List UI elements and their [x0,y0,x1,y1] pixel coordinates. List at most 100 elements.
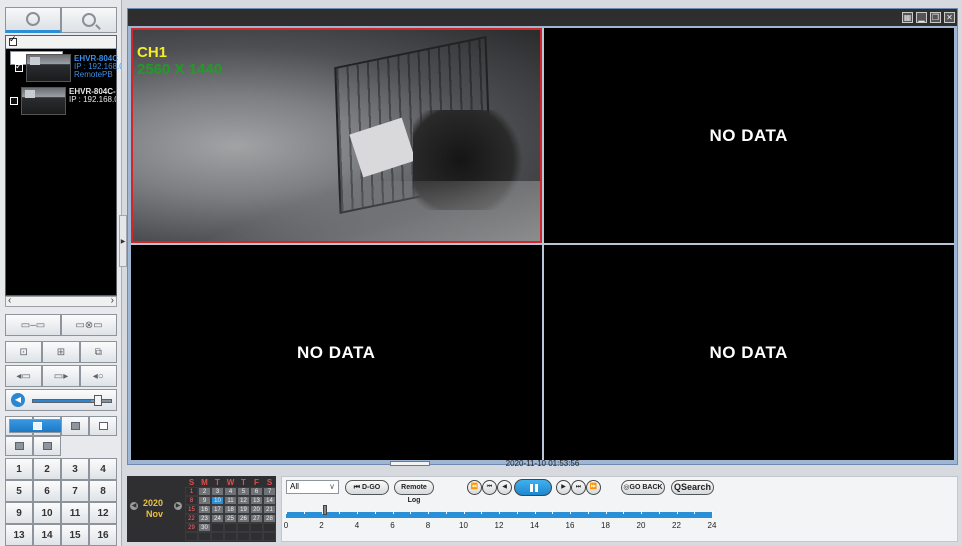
calendar-day[interactable]: 5 [237,487,250,496]
play-reverse-button[interactable]: ◀ [497,480,512,495]
calendar-day[interactable]: 8 [185,496,198,505]
calendar-day[interactable]: 12 [237,496,250,505]
timeline-bar[interactable] [286,505,713,519]
snapshot-button[interactable]: ⊡ [5,341,43,363]
calendar-day[interactable]: 19 [237,505,250,514]
speaker-icon[interactable]: ◀ [11,393,25,407]
layout-quad-button[interactable] [9,419,62,433]
next-month-button[interactable]: ▶ [174,502,182,510]
device-item[interactable]: EHVR-804C- IP : 192.168.0 [6,85,116,117]
calendar-day[interactable]: 2 [198,487,211,496]
channel-button[interactable]: 11 [61,502,89,524]
calendar-day[interactable]: 28 [263,514,276,523]
channel-button[interactable]: 5 [5,480,33,502]
calendar-day[interactable]: 6 [250,487,263,496]
zoom-button[interactable]: ⊞ [42,341,80,363]
sequence-button[interactable]: ◂○ [79,365,117,387]
calendar-day[interactable]: 17 [211,505,224,514]
calendar-day[interactable]: 18 [224,505,237,514]
calendar-day[interactable]: 16 [198,505,211,514]
rewind-fast-button[interactable]: ⏪ [467,480,482,495]
disconnect-button[interactable]: ▭⊗▭ [61,314,117,336]
calendar-day[interactable]: 7 [263,487,276,496]
device-item[interactable]: EHVR-804C IP : 192.168.0 RemotePB [10,51,121,82]
connect-button[interactable]: ▭–▭ [5,314,61,336]
forward-fast-button[interactable]: ⏩ [586,480,601,495]
hour-label: 12 [494,521,504,530]
calendar-day[interactable]: 1 [185,487,198,496]
channel-button[interactable]: 16 [89,524,117,546]
channel-button[interactable]: 4 [89,458,117,480]
event-go-button[interactable]: ⏮ D-GO [345,480,389,495]
next-page-button[interactable]: ▭▸ [42,365,80,387]
volume-slider-handle[interactable] [94,395,102,406]
calendar-day[interactable]: 22 [185,514,198,523]
layout-full-button[interactable] [89,416,117,436]
channel-button[interactable]: 7 [61,480,89,502]
calendar-day[interactable]: 10 [211,496,224,505]
close-icon[interactable]: ✕ [944,12,955,23]
tab-search[interactable] [61,7,117,33]
device-checkbox[interactable] [10,97,18,105]
channel-button[interactable]: 13 [5,524,33,546]
calendar-day[interactable]: 15 [185,505,198,514]
calendar-day[interactable]: 23 [198,514,211,523]
calendar-day[interactable]: 21 [263,505,276,514]
calendar-day[interactable]: 30 [198,523,211,532]
go-back-button[interactable]: ◎GO BACK [621,480,665,495]
camera-view-ch4[interactable]: NO DATA [543,245,954,460]
channel-button[interactable]: 8 [89,480,117,502]
channel-button[interactable]: 6 [33,480,61,502]
layout-8-button[interactable] [33,436,61,456]
calendar-day[interactable]: 25 [224,514,237,523]
calendar-day[interactable]: 11 [224,496,237,505]
remote-log-button[interactable]: Remote Log [394,480,434,504]
calendar-day[interactable]: 3 [211,487,224,496]
channel-filter-select[interactable]: All ∨ [286,480,339,494]
pause-button[interactable] [514,479,552,496]
channel-button[interactable]: 2 [33,458,61,480]
camera-view-ch3[interactable]: NO DATA [131,245,542,460]
channel-button[interactable]: 14 [33,524,61,546]
settings-button[interactable]: ⧉ [79,341,117,363]
calendar-day[interactable]: 27 [250,514,263,523]
minimize-icon[interactable]: ▁ [916,12,927,23]
device-list-scrollbar[interactable]: ‹ › [5,295,117,307]
calendar-day[interactable]: 24 [211,514,224,523]
channel-button[interactable]: 9 [5,502,33,524]
layout-6-button[interactable] [5,436,33,456]
channel-button[interactable]: 12 [89,502,117,524]
quick-search-button[interactable]: QSearch [671,480,714,495]
calendar-day[interactable]: 4 [224,487,237,496]
layout-toggle-icon[interactable]: ▦ [902,12,913,23]
camera-view-ch1[interactable]: CH1 2560 X 1440 [131,28,542,243]
play-button[interactable]: ▶ [556,480,571,495]
prev-page-button[interactable]: ◂▭ [5,365,43,387]
scroll-left-icon[interactable]: ‹ [8,295,11,306]
device-checkbox[interactable] [15,60,23,72]
step-forward-button[interactable]: ⏭ [571,480,586,495]
select-all-checkbox[interactable] [9,34,17,46]
step-back-button[interactable]: ⏮ [482,480,497,495]
calendar-day[interactable]: 13 [250,496,263,505]
volume-control[interactable]: ◀ [5,389,117,411]
scroll-right-icon[interactable]: › [111,295,114,306]
channel-button[interactable]: 15 [61,524,89,546]
camera-view-ch2[interactable]: NO DATA [543,28,954,243]
channel-button[interactable]: 3 [61,458,89,480]
calendar-day[interactable]: 26 [237,514,250,523]
calendar-day[interactable]: 9 [198,496,211,505]
calendar-empty-cell [250,532,263,541]
channel-button[interactable]: 1 [5,458,33,480]
calendar-day[interactable]: 20 [250,505,263,514]
restore-icon[interactable]: ❐ [930,12,941,23]
prev-month-button[interactable]: ◀ [130,502,138,510]
timestamp-handle[interactable] [390,461,430,466]
calendar-day[interactable]: 14 [263,496,276,505]
timeline-cursor[interactable] [323,505,327,515]
channel-button[interactable]: 10 [33,502,61,524]
calendar-day[interactable]: 29 [185,523,198,532]
tab-live[interactable] [5,7,61,33]
panel-collapse-handle[interactable]: ▶ [119,215,127,267]
layout-16-button[interactable] [61,416,89,436]
